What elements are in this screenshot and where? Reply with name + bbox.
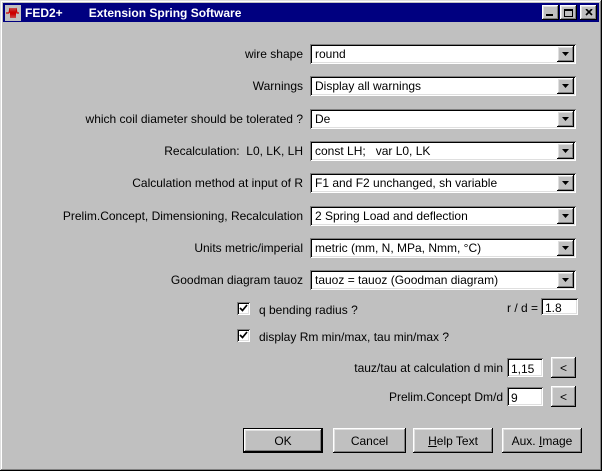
- combo-calculation-method-dropdown-button[interactable]: [557, 175, 574, 191]
- combo-calculation-mode-value: 2 Spring Load and deflection: [315, 209, 468, 223]
- chevron-down-icon: [562, 214, 569, 218]
- combo-goodman-diagram-dropdown-button[interactable]: [557, 272, 574, 288]
- warnings-label: Warnings: [10, 76, 303, 96]
- combo-recalculation[interactable]: const LH; var L0, LK: [310, 141, 576, 161]
- close-icon: [585, 9, 593, 16]
- combo-tolerated-coil-diameter-value: De: [315, 112, 330, 126]
- r-d-input[interactable]: [541, 298, 578, 315]
- combo-wire-shape-value: round: [315, 47, 346, 61]
- dialog-window: FED2+ Extension Spring Software wire sha…: [0, 0, 602, 471]
- title-bar[interactable]: FED2+ Extension Spring Software: [3, 3, 599, 22]
- checkbox-q-bending-radius[interactable]: [237, 302, 250, 315]
- combo-recalculation-value: const LH; var L0, LK: [315, 144, 430, 158]
- combo-warnings[interactable]: Display all warnings: [310, 76, 576, 96]
- tauz-tau-decrement-button[interactable]: <: [551, 357, 576, 378]
- recalculation-label: Recalculation: L0, LK, LH: [10, 141, 303, 161]
- window-title: Extension Spring Software: [89, 6, 242, 20]
- chevron-down-icon: [562, 117, 569, 121]
- chevron-down-icon: [562, 149, 569, 153]
- combo-units-dropdown-button[interactable]: [557, 240, 574, 256]
- chevron-down-icon: [562, 84, 569, 88]
- tauz-tau-input[interactable]: [507, 358, 543, 377]
- aux-image-button[interactable]: Aux. Image: [502, 428, 582, 453]
- combo-goodman-diagram[interactable]: tauoz = tauoz (Goodman diagram): [310, 270, 576, 290]
- calculation-method-label: Calculation method at input of R: [10, 173, 303, 193]
- combo-tolerated-coil-diameter[interactable]: De: [310, 109, 576, 129]
- r-d-label: r / d =: [400, 301, 538, 315]
- goodman-diagram-label: Goodman diagram tauoz: [10, 270, 303, 290]
- tauz-tau-label: tauz/tau at calculation d min: [200, 361, 503, 375]
- q-bending-radius-label: q bending radius ?: [259, 303, 358, 317]
- display-rm-minmax-label: display Rm min/max, tau min/max ?: [259, 330, 449, 344]
- chevron-down-icon: [562, 52, 569, 56]
- app-name: FED2+: [25, 6, 63, 20]
- checkbox-display-rm-minmax[interactable]: [237, 329, 250, 342]
- check-icon: [239, 331, 248, 340]
- combo-wire-shape-dropdown-button[interactable]: [557, 46, 574, 62]
- combo-wire-shape[interactable]: round: [310, 44, 576, 64]
- tolerated-coil-diameter-label: which coil diameter should be tolerated …: [10, 109, 303, 129]
- check-icon: [239, 304, 248, 313]
- combo-calculation-mode[interactable]: 2 Spring Load and deflection: [310, 206, 576, 226]
- combo-tolerated-coil-diameter-dropdown-button[interactable]: [557, 111, 574, 127]
- combo-calculation-method-value: F1 and F2 unchanged, sh variable: [315, 176, 497, 190]
- combo-units-value: metric (mm, N, MPa, Nmm, °C): [315, 241, 481, 255]
- spring-icon: [5, 5, 21, 21]
- close-button[interactable]: [580, 5, 597, 20]
- chevron-down-icon: [562, 181, 569, 185]
- combo-units[interactable]: metric (mm, N, MPa, Nmm, °C): [310, 238, 576, 258]
- ok-button[interactable]: OK: [243, 428, 323, 453]
- minimize-icon: [546, 14, 553, 16]
- dm-d-input[interactable]: [507, 387, 543, 406]
- minimize-button[interactable]: [542, 5, 559, 20]
- dm-d-label: Prelim.Concept Dm/d: [200, 390, 503, 404]
- combo-warnings-dropdown-button[interactable]: [557, 78, 574, 94]
- maximize-icon: [564, 9, 573, 17]
- dm-d-decrement-button[interactable]: <: [551, 386, 576, 407]
- calculation-mode-label: Prelim.Concept, Dimensioning, Recalculat…: [10, 206, 303, 226]
- help-text-button[interactable]: Help Text: [413, 428, 493, 453]
- combo-calculation-method[interactable]: F1 and F2 unchanged, sh variable: [310, 173, 576, 193]
- combo-goodman-diagram-value: tauoz = tauoz (Goodman diagram): [315, 273, 498, 287]
- wire-shape-label: wire shape: [10, 44, 303, 64]
- cancel-button[interactable]: Cancel: [333, 428, 406, 453]
- combo-warnings-value: Display all warnings: [315, 79, 421, 93]
- chevron-down-icon: [562, 246, 569, 250]
- maximize-button[interactable]: [560, 5, 577, 20]
- chevron-down-icon: [562, 278, 569, 282]
- units-label: Units metric/imperial: [10, 238, 303, 258]
- combo-calculation-mode-dropdown-button[interactable]: [557, 208, 574, 224]
- combo-recalculation-dropdown-button[interactable]: [557, 143, 574, 159]
